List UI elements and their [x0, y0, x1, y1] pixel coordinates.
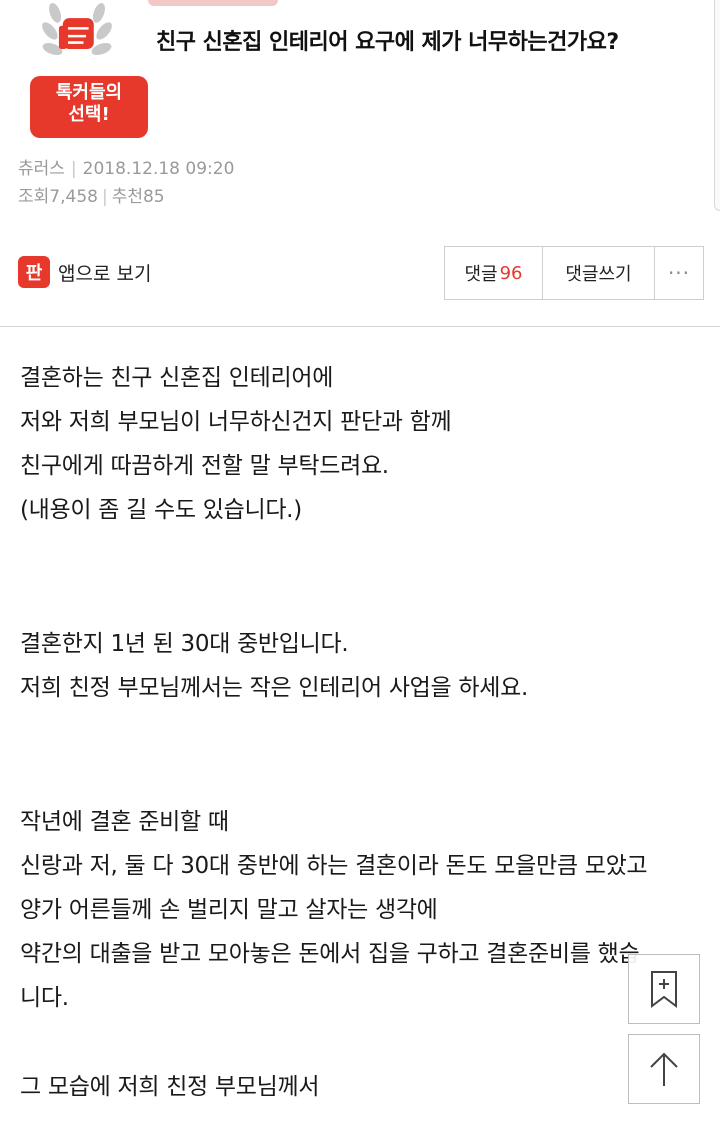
post-title: 친구 신혼집 인테리어 요구에 제가 너무하는건가요? — [156, 30, 619, 55]
more-options-button[interactable]: ··· — [655, 247, 703, 299]
header-divider — [0, 326, 720, 327]
talkers-choice-badge: 톡커들의 선택! — [18, 0, 148, 140]
views-label: 조회 — [18, 187, 50, 207]
top-tab-indicator — [148, 0, 278, 6]
meta-separator: | — [101, 187, 108, 207]
post-action-buttons: 댓글 96 댓글쓰기 ··· — [444, 246, 704, 300]
pann-app-icon: 판 — [18, 256, 50, 288]
body-line: 저와 저희 부모님이 너무하신건지 판단과 함께 — [20, 409, 452, 435]
scrollbar-edge — [714, 0, 720, 211]
bookmark-add-icon — [651, 971, 677, 1008]
badge-label: 톡커들의 선택! — [30, 76, 148, 138]
body-line: 친구에게 따끔하게 전할 말 부탁드려요. — [20, 453, 389, 479]
open-in-app-label: 앱으로 보기 — [58, 262, 152, 285]
body-line: 작년에 결혼 준비할 때 — [20, 809, 229, 835]
body-line: 결혼하는 친구 신혼집 인테리어에 — [20, 365, 334, 391]
body-line: 결혼한지 1년 된 30대 중반입니다. — [20, 631, 349, 657]
comments-label: 댓글 — [464, 264, 498, 285]
badge-line2: 선택! — [68, 104, 110, 125]
comments-button[interactable]: 댓글 96 — [445, 247, 543, 299]
arrow-up-icon — [650, 1052, 678, 1086]
write-comment-button[interactable]: 댓글쓰기 — [543, 247, 655, 299]
scroll-to-top-button[interactable] — [628, 1034, 700, 1104]
bookmark-button[interactable] — [628, 954, 700, 1024]
body-line: 양가 어른들께 손 벌리지 말고 살자는 생각에 — [20, 897, 438, 923]
thumbs-up-laurel-icon — [42, 3, 112, 56]
body-line: (내용이 좀 길 수도 있습니다.) — [20, 497, 302, 523]
post-body: 결혼하는 친구 신혼집 인테리어에 저와 저희 부모님이 너무하신건지 판단과 … — [20, 356, 710, 1109]
body-line: 신랑과 저, 둘 다 30대 중반에 하는 결혼이라 돈도 모을만큼 모았고 — [20, 853, 648, 879]
body-line: 그 모습에 저희 친정 부모님께서 — [20, 1074, 320, 1100]
post-meta-stats: 조회7,458 | 추천85 — [18, 182, 165, 207]
badge-line1: 톡커들의 — [55, 82, 123, 103]
open-in-app-link[interactable]: 판 앱으로 보기 — [18, 256, 151, 288]
body-line: 약간의 대출을 받고 모아놓은 돈에서 집을 구하고 결혼준비를 했습 — [20, 941, 640, 967]
author-name[interactable]: 츄러스 — [18, 159, 65, 179]
meta-separator: | — [70, 159, 77, 179]
recommend-count: 85 — [142, 187, 165, 207]
views-count: 7,458 — [49, 187, 98, 207]
comments-count: 96 — [499, 262, 523, 284]
body-line: 니다. — [20, 985, 69, 1011]
post-datetime: 2018.12.18 09:20 — [82, 159, 235, 179]
body-line: 저희 친정 부모님께서는 작은 인테리어 사업을 하세요. — [20, 675, 528, 701]
recommend-label: 추천 — [111, 187, 143, 207]
post-meta-author-date: 츄러스 | 2018.12.18 09:20 — [18, 154, 234, 179]
